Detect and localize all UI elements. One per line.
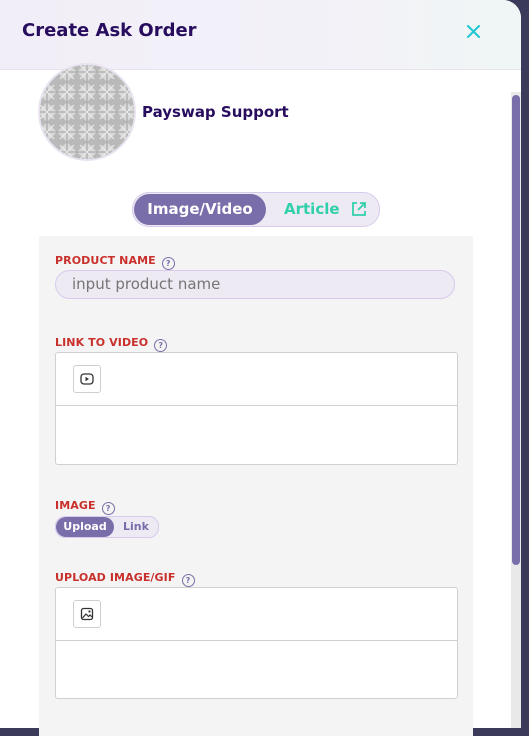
- help-icon[interactable]: ?: [181, 574, 195, 587]
- scrollbar-thumb[interactable]: [512, 95, 520, 565]
- editor-toolbar: [56, 353, 457, 406]
- image-upload-editor-area[interactable]: [56, 641, 457, 698]
- upload-image-label: UPLOAD IMAGE/GIF?: [55, 571, 195, 587]
- help-icon[interactable]: ?: [154, 339, 168, 352]
- image-icon: [80, 607, 94, 621]
- tab-article[interactable]: Article: [284, 194, 367, 225]
- upload-image-label-text: UPLOAD IMAGE/GIF: [55, 571, 176, 584]
- video-link-editor-area[interactable]: [56, 406, 457, 464]
- image-label-text: IMAGE: [55, 499, 96, 512]
- modal-header: Create Ask Order: [0, 0, 521, 70]
- mode-toggle: Image/Video Article: [132, 192, 380, 227]
- insert-video-button[interactable]: [73, 365, 101, 393]
- editor-toolbar: [56, 588, 457, 641]
- link-to-video-label-text: LINK TO VIDEO: [55, 336, 149, 349]
- image-upload-tab[interactable]: Upload: [56, 517, 114, 537]
- modal-title: Create Ask Order: [22, 20, 197, 41]
- image-upload-editor: [55, 587, 458, 699]
- avatar: [38, 63, 136, 161]
- tab-image-video[interactable]: Image/Video: [134, 194, 266, 225]
- external-link-icon: [351, 202, 366, 216]
- product-name-label: PRODUCT NAME?: [55, 254, 175, 270]
- video-link-editor: [55, 352, 458, 465]
- product-name-label-text: PRODUCT NAME: [55, 254, 156, 267]
- insert-image-button[interactable]: [73, 600, 101, 628]
- close-button[interactable]: [463, 22, 483, 44]
- image-link-tab[interactable]: Link: [123, 517, 149, 537]
- help-icon[interactable]: ?: [101, 502, 115, 515]
- profile-name: Payswap Support: [142, 103, 289, 121]
- help-icon[interactable]: ?: [161, 257, 175, 270]
- product-name-input[interactable]: [55, 270, 455, 299]
- link-to-video-label: LINK TO VIDEO?: [55, 336, 168, 352]
- image-source-toggle: Upload Link: [55, 516, 159, 538]
- tab-article-label: Article: [284, 200, 340, 218]
- image-label: IMAGE?: [55, 499, 115, 515]
- close-icon: [466, 25, 480, 38]
- youtube-icon: [80, 373, 94, 385]
